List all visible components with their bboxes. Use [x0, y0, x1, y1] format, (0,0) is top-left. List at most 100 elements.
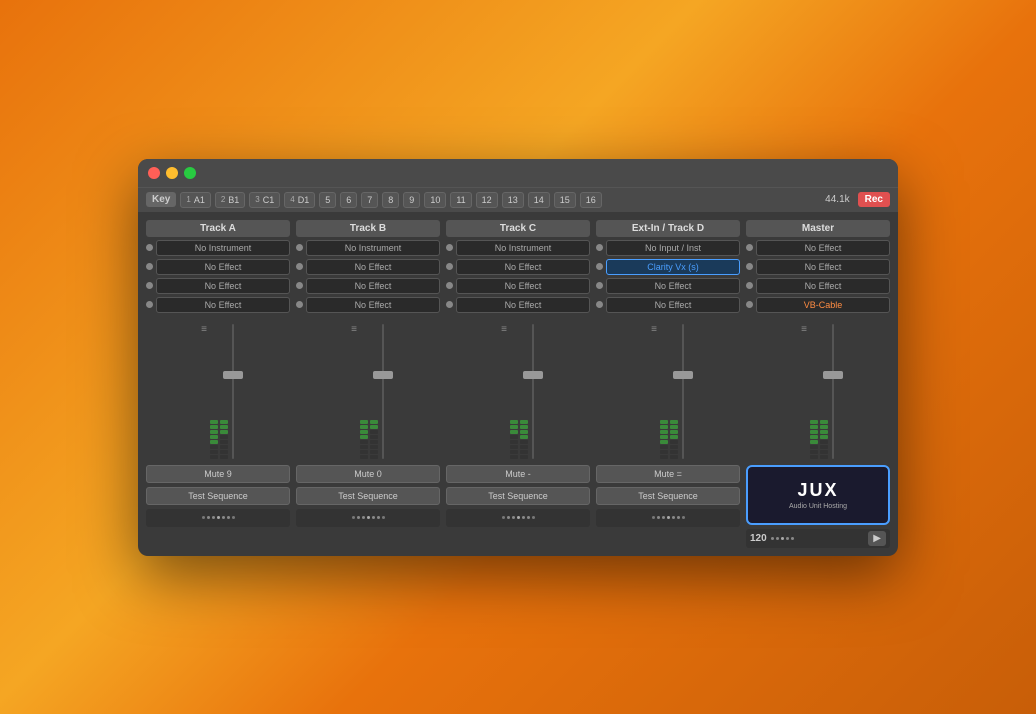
track-a-seq[interactable]: Test Sequence	[146, 487, 290, 505]
channel-btn-d1[interactable]: 4D1	[284, 192, 315, 208]
fader-master: ≡	[746, 319, 890, 459]
fader-d-knob[interactable]	[673, 371, 693, 379]
track-a-inst-dot	[146, 244, 153, 251]
track-b-effect1-row: No Effect	[296, 259, 440, 275]
channel-btn-7[interactable]: 7	[361, 192, 378, 208]
master-effect3[interactable]: VB-Cable	[756, 297, 890, 313]
track-d-effect3[interactable]: No Effect	[606, 297, 740, 313]
track-b-instrument[interactable]: No Instrument	[306, 240, 440, 256]
channel-btn-12[interactable]: 12	[476, 192, 498, 208]
track-c-knob-mark2	[532, 516, 535, 519]
track-b-mute[interactable]: Mute 0	[296, 465, 440, 483]
minimize-button[interactable]	[166, 167, 178, 179]
channel-btn-5[interactable]: 5	[319, 192, 336, 208]
track-d-header: Ext-In / Track D	[596, 220, 740, 237]
channel-btn-9[interactable]: 9	[403, 192, 420, 208]
fader-track-b: ≡	[296, 319, 440, 459]
channel-btn-10[interactable]: 10	[424, 192, 446, 208]
channel-btn-8[interactable]: 8	[382, 192, 399, 208]
master-instrument[interactable]: No Effect	[756, 240, 890, 256]
track-d-instrument[interactable]: No Input / Inst	[606, 240, 740, 256]
fader-a-knob[interactable]	[223, 371, 243, 379]
bpm-row: 120 ▶	[746, 529, 890, 548]
track-a-effect3[interactable]: No Effect	[156, 297, 290, 313]
channel-btn-16[interactable]: 16	[580, 192, 602, 208]
fader-master-knob[interactable]	[823, 371, 843, 379]
track-d-knob-mark	[652, 516, 655, 519]
track-a-instrument[interactable]: No Instrument	[156, 240, 290, 256]
track-b-menu-icon[interactable]: ≡	[351, 324, 357, 335]
track-a-effect1-dot	[146, 263, 153, 270]
fader-b-knob[interactable]	[373, 371, 393, 379]
track-b-effect2-dot	[296, 282, 303, 289]
track-b-effect1[interactable]: No Effect	[306, 259, 440, 275]
track-c-effect3-dot	[446, 301, 453, 308]
master-effect2[interactable]: No Effect	[756, 278, 890, 294]
channel-btn-11[interactable]: 11	[450, 192, 471, 208]
track-a-effect2-row: No Effect	[146, 278, 290, 294]
track-c-effect2-row: No Effect	[446, 278, 590, 294]
track-d-effect1-row: Clarity Vx (s)	[596, 259, 740, 275]
track-c-effect2[interactable]: No Effect	[456, 278, 590, 294]
play-button[interactable]: ▶	[868, 531, 886, 546]
track-a-effect1-row: No Effect	[146, 259, 290, 275]
master-instrument-row: No Effect	[746, 240, 890, 256]
master-menu-icon[interactable]: ≡	[801, 324, 807, 335]
jux-logo-button[interactable]: JUX Audio Unit Hosting	[746, 465, 890, 525]
track-c-mute[interactable]: Mute -	[446, 465, 590, 483]
channel-btn-a1[interactable]: 1A1	[180, 192, 210, 208]
track-b-bottom: Mute 0 Test Sequence	[296, 465, 440, 548]
track-d-seq[interactable]: Test Sequence	[596, 487, 740, 505]
track-d-mute[interactable]: Mute =	[596, 465, 740, 483]
master-effect1-row: No Effect	[746, 259, 890, 275]
track-a-header: Track A	[146, 220, 290, 237]
track-c-knob-row	[446, 509, 590, 527]
tracks-effects-row: Track A No Instrument No Effect No Effec…	[146, 220, 890, 313]
track-d-inst-dot	[596, 244, 603, 251]
track-d-effect1[interactable]: Clarity Vx (s)	[606, 259, 740, 275]
track-b-effect2[interactable]: No Effect	[306, 278, 440, 294]
key-label[interactable]: Key	[146, 192, 176, 207]
track-b-seq[interactable]: Test Sequence	[296, 487, 440, 505]
fader-section: ≡	[146, 319, 890, 459]
channel-btn-13[interactable]: 13	[502, 192, 524, 208]
track-a-knob-mark2	[232, 516, 235, 519]
track-a-instrument-row: No Instrument	[146, 240, 290, 256]
track-c-column: Track C No Instrument No Effect No Effec…	[446, 220, 590, 313]
track-b-effect2-row: No Effect	[296, 278, 440, 294]
track-d-effect2-dot	[596, 282, 603, 289]
channel-btn-14[interactable]: 14	[528, 192, 550, 208]
channel-btn-6[interactable]: 6	[340, 192, 357, 208]
master-effect1[interactable]: No Effect	[756, 259, 890, 275]
track-c-seq[interactable]: Test Sequence	[446, 487, 590, 505]
channel-btn-c1[interactable]: 3C1	[249, 192, 280, 208]
master-effect3-row: VB-Cable	[746, 297, 890, 313]
track-a-effect2[interactable]: No Effect	[156, 278, 290, 294]
channel-btn-b1[interactable]: 2B1	[215, 192, 245, 208]
track-a-knob-mark	[202, 516, 205, 519]
channel-btn-15[interactable]: 15	[554, 192, 576, 208]
track-d-effect2[interactable]: No Effect	[606, 278, 740, 294]
master-header: Master	[746, 220, 890, 237]
maximize-button[interactable]	[184, 167, 196, 179]
jux-logo-text: JUX	[797, 480, 838, 501]
track-c-effect1[interactable]: No Effect	[456, 259, 590, 275]
track-d-knob-row	[596, 509, 740, 527]
close-button[interactable]	[148, 167, 160, 179]
track-d-effect3-row: No Effect	[596, 297, 740, 313]
track-a-effect1[interactable]: No Effect	[156, 259, 290, 275]
track-d-effect2-row: No Effect	[596, 278, 740, 294]
sample-rate: 44.1k	[825, 194, 849, 205]
track-c-instrument[interactable]: No Instrument	[456, 240, 590, 256]
rec-button[interactable]: Rec	[858, 192, 890, 207]
track-a-mute[interactable]: Mute 9	[146, 465, 290, 483]
track-d-menu-icon[interactable]: ≡	[651, 324, 657, 335]
track-a-effect3-dot	[146, 301, 153, 308]
track-a-menu-icon[interactable]: ≡	[201, 324, 207, 335]
track-b-effect3[interactable]: No Effect	[306, 297, 440, 313]
master-effect2-dot	[746, 282, 753, 289]
fader-c-knob[interactable]	[523, 371, 543, 379]
track-c-menu-icon[interactable]: ≡	[501, 324, 507, 335]
track-c-effect3[interactable]: No Effect	[456, 297, 590, 313]
bpm-value: 120	[750, 533, 767, 544]
